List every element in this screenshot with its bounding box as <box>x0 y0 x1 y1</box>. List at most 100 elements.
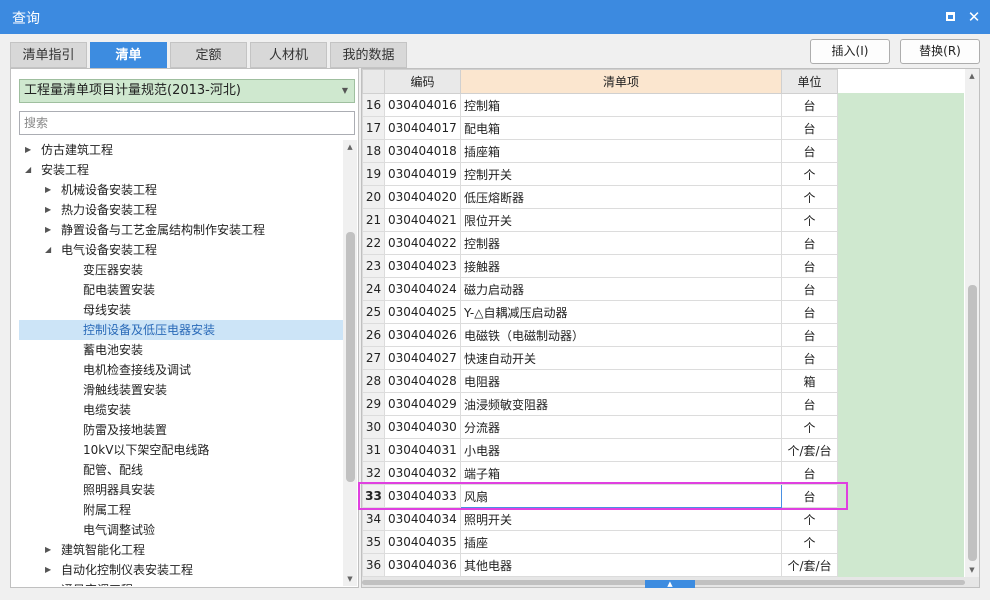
cell-unit[interactable]: 个 <box>781 530 838 554</box>
table-row[interactable]: 34 030404034 照明开关个 <box>362 507 838 531</box>
cell-code[interactable]: 030404018 <box>384 139 461 163</box>
row-number[interactable]: 18 <box>362 139 385 163</box>
cell-code[interactable]: 030404017 <box>384 116 461 140</box>
replace-button[interactable]: 替换(R) <box>900 39 980 64</box>
tree-item[interactable]: 滑触线装置安装 <box>19 380 343 400</box>
expand-arrow-icon[interactable]: ▶ <box>45 580 51 586</box>
cell-code[interactable]: 030404024 <box>384 277 461 301</box>
tree-item[interactable]: ▶ 建筑智能化工程 <box>19 540 343 560</box>
cell-code[interactable]: 030404023 <box>384 254 461 278</box>
cell-unit[interactable]: 台 <box>781 277 838 301</box>
table-row[interactable]: 17 030404017 配电箱台 <box>362 116 838 140</box>
tree-item[interactable]: ▶ 静置设备与工艺金属结构制作安装工程 <box>19 220 343 240</box>
tree-item[interactable]: 蓄电池安装 <box>19 340 343 360</box>
scroll-up-icon[interactable]: ▲ <box>343 140 357 154</box>
cell-code[interactable]: 030404031 <box>384 438 461 462</box>
table-row[interactable]: 26 030404026 电磁铁（电磁制动器）台 <box>362 323 838 347</box>
row-number[interactable]: 27 <box>362 346 385 370</box>
tree-item[interactable]: ◢ 安装工程 <box>19 160 343 180</box>
cell-unit[interactable]: 台 <box>781 116 838 140</box>
tree-item[interactable]: ▶ 通风空调工程 <box>19 580 343 586</box>
cell-list-item[interactable]: 控制箱 <box>460 93 782 117</box>
cell-unit[interactable]: 个 <box>781 415 838 439</box>
tree-item[interactable]: 电缆安装 <box>19 400 343 420</box>
row-number[interactable]: 17 <box>362 116 385 140</box>
row-number[interactable]: 19 <box>362 162 385 186</box>
tree-item[interactable]: 电气调整试验 <box>19 520 343 540</box>
cell-unit[interactable]: 台 <box>781 300 838 324</box>
row-number[interactable]: 24 <box>362 277 385 301</box>
tree-item[interactable]: ◢ 电气设备安装工程 <box>19 240 343 260</box>
table-row[interactable]: 22 030404022 控制器台 <box>362 231 838 255</box>
tab-quota[interactable]: 定额 <box>170 42 247 68</box>
table-row[interactable]: 25 030404025 Y-△自耦减压启动器台 <box>362 300 838 324</box>
tree-item[interactable]: 变压器安装 <box>19 260 343 280</box>
table-row[interactable]: 23 030404023 接触器台 <box>362 254 838 278</box>
row-number[interactable]: 36 <box>362 553 385 577</box>
scroll-up-icon[interactable]: ▲ <box>965 69 979 83</box>
row-number[interactable]: 25 <box>362 300 385 324</box>
cell-unit[interactable]: 台 <box>781 231 838 255</box>
collapse-arrow-icon[interactable]: ◢ <box>25 160 31 180</box>
cell-unit[interactable]: 个 <box>781 185 838 209</box>
cell-unit[interactable]: 箱 <box>781 369 838 393</box>
cell-list-item[interactable]: 油浸频敏变阻器 <box>460 392 782 416</box>
table-row[interactable]: 20 030404020 低压熔断器个 <box>362 185 838 209</box>
row-number[interactable]: 20 <box>362 185 385 209</box>
expand-arrow-icon[interactable]: ▶ <box>45 180 51 200</box>
tree-item[interactable]: 电机检查接线及调试 <box>19 360 343 380</box>
table-row[interactable]: 21 030404021 限位开关个 <box>362 208 838 232</box>
cell-code[interactable]: 030404016 <box>384 93 461 117</box>
cell-code[interactable]: 030404021 <box>384 208 461 232</box>
tree-item[interactable]: ▶ 仿古建筑工程 <box>19 140 343 160</box>
cell-unit[interactable]: 台 <box>781 323 838 347</box>
cell-code[interactable]: 030404026 <box>384 323 461 347</box>
cell-code[interactable]: 030404022 <box>384 231 461 255</box>
cell-list-item[interactable]: 快速自动开关 <box>460 346 782 370</box>
cell-list-item[interactable]: 控制开关 <box>460 162 782 186</box>
cell-code[interactable]: 030404027 <box>384 346 461 370</box>
expand-arrow-icon[interactable]: ▶ <box>45 220 51 240</box>
cell-code[interactable]: 030404020 <box>384 185 461 209</box>
row-number[interactable]: 29 <box>362 392 385 416</box>
cell-list-item[interactable]: 插座 <box>460 530 782 554</box>
table-row[interactable]: 31 030404031 小电器 个/套/台 <box>362 438 838 462</box>
table-row[interactable]: 24 030404024 磁力启动器台 <box>362 277 838 301</box>
cell-unit[interactable]: 台 <box>781 93 838 117</box>
cell-code[interactable]: 030404034 <box>384 507 461 531</box>
expand-arrow-icon[interactable]: ▶ <box>25 140 31 160</box>
row-number[interactable]: 16 <box>362 93 385 117</box>
cell-list-item[interactable]: 电阻器 <box>460 369 782 393</box>
cell-list-item[interactable]: 磁力启动器 <box>460 277 782 301</box>
tree-item[interactable]: 附属工程 <box>19 500 343 520</box>
row-number[interactable]: 34 <box>362 507 385 531</box>
cell-unit[interactable]: 个/套/台 <box>781 553 838 577</box>
row-number[interactable]: 22 <box>362 231 385 255</box>
row-number[interactable]: 21 <box>362 208 385 232</box>
tree-scrollbar[interactable]: ▲ ▼ <box>343 140 357 586</box>
cell-unit[interactable]: 个 <box>781 208 838 232</box>
spec-select[interactable]: 工程量清单项目计量规范(2013-河北) ▼ <box>19 79 355 103</box>
tree-item[interactable]: ▶ 自动化控制仪表安装工程 <box>19 560 343 580</box>
cell-list-item[interactable]: 照明开关 <box>460 507 782 531</box>
row-number[interactable]: 30 <box>362 415 385 439</box>
header-list-item[interactable]: 清单项 <box>460 69 782 94</box>
table-row[interactable]: 16 030404016 控制箱台 <box>362 93 838 117</box>
table-row[interactable]: 19 030404019 控制开关个 <box>362 162 838 186</box>
cell-unit[interactable]: 个 <box>781 162 838 186</box>
row-number[interactable]: 26 <box>362 323 385 347</box>
cell-code[interactable]: 030404029 <box>384 392 461 416</box>
row-number[interactable]: 28 <box>362 369 385 393</box>
table-row[interactable]: 18 030404018 插座箱台 <box>362 139 838 163</box>
tree-item[interactable]: 配电装置安装 <box>19 280 343 300</box>
cell-list-item[interactable]: 接触器 <box>460 254 782 278</box>
tree-item[interactable]: 控制设备及低压电器安装 <box>19 320 343 340</box>
tab-list[interactable]: 清单 <box>90 42 167 68</box>
cell-list-item[interactable]: 插座箱 <box>460 139 782 163</box>
scrollbar-thumb[interactable] <box>346 232 355 482</box>
cell-code[interactable]: 030404036 <box>384 553 461 577</box>
cell-unit[interactable]: 个/套/台 <box>781 438 838 462</box>
header-code[interactable]: 编码 <box>384 69 461 94</box>
expand-arrow-icon[interactable]: ▶ <box>45 560 51 580</box>
collapse-arrow-icon[interactable]: ◢ <box>45 240 51 260</box>
